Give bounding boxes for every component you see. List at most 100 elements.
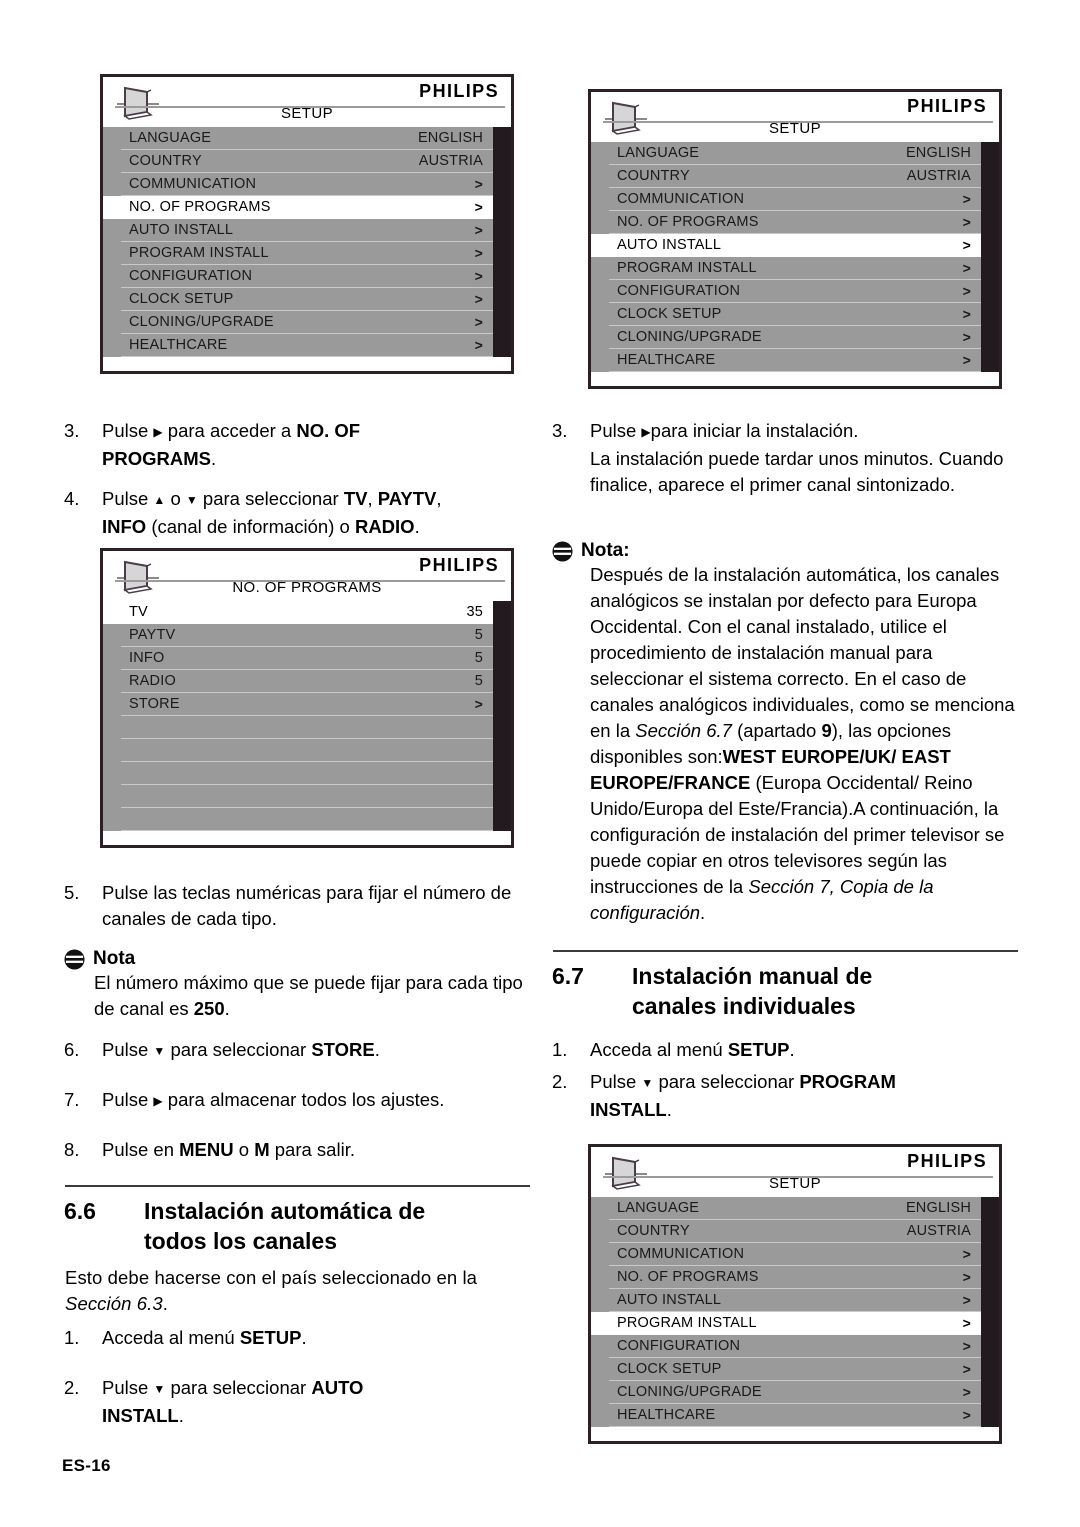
section-6-7-number: 6.7 [552, 963, 584, 989]
osd-menu-row[interactable]: CLONING/UPGRADE > [121, 311, 493, 334]
left-step-6: 6. Pulse para seleccionar STORE. [60, 1037, 572, 1065]
osd-menu-row[interactable]: CLOCK SETUP > [609, 1358, 981, 1381]
submenu-arrow-icon: > [962, 1315, 971, 1331]
note-icon [552, 540, 573, 562]
osd-menu-row[interactable]: CLONING/UPGRADE > [609, 1381, 981, 1404]
down-arrow-icon [153, 1039, 165, 1060]
osd-row-label: CONFIGURATION [129, 268, 253, 284]
section-6-6-step-2-text: Pulse para seleccionar AUTOINSTALL. [102, 1377, 363, 1426]
osd-setup-no-of-programs: PHILIPS SETUP LANGUAGE ENGLISH COUNTRY AUST… [100, 74, 514, 374]
osd-menu-row[interactable]: CONFIGURATION > [609, 280, 981, 303]
osd-footer [591, 372, 999, 386]
submenu-arrow-icon: > [962, 1407, 971, 1423]
right-step-3: 3. Pulse para iniciar la instalación.La … [548, 418, 1060, 498]
section-6-7-step-1-text: Acceda al menú SETUP. [590, 1039, 795, 1060]
down-arrow-icon [153, 1377, 165, 1398]
osd-row-label: CONFIGURATION [617, 1338, 741, 1354]
osd-menu-row[interactable]: LANGUAGE ENGLISH [609, 1197, 981, 1220]
osd-menu-row[interactable]: TV 35 [103, 601, 493, 624]
submenu-arrow-icon: > [474, 222, 483, 238]
osd-menu-row[interactable]: INFO 5 [121, 647, 493, 670]
osd-menu-row[interactable] [121, 762, 493, 785]
left-step-7-text: Pulse para almacenar todos los ajustes. [102, 1089, 444, 1110]
osd-menu-row[interactable]: AUTO INSTALL > [609, 1289, 981, 1312]
osd-row-value: AUSTRIA [906, 1223, 971, 1239]
osd-menu-row[interactable]: CLOCK SETUP > [121, 288, 493, 311]
section-6-7-heading: 6.7 Instalación manual de canales individ… [548, 961, 1080, 1021]
page-folio: ES-16 [62, 1456, 111, 1475]
osd-row-label: CLOCK SETUP [129, 291, 234, 307]
osd-footer [591, 1427, 999, 1441]
osd-row-label: STORE [129, 696, 180, 712]
osd-menu-row[interactable]: COUNTRY AUSTRIA [609, 165, 981, 188]
osd-menu-row[interactable]: HEALTHCARE > [609, 349, 981, 372]
osd-menu-row[interactable]: PROGRAM INSTALL > [609, 257, 981, 280]
osd-menu-row[interactable] [121, 808, 493, 831]
osd-menu-row[interactable]: CLOCK SETUP > [609, 303, 981, 326]
osd-menu-row[interactable]: COMMUNICATION > [609, 1243, 981, 1266]
osd-menu-row[interactable] [121, 739, 493, 762]
left-step-8-text: Pulse en MENU o M para salir. [102, 1139, 355, 1160]
osd-row-value: AUSTRIA [906, 168, 971, 184]
osd-row-label: PROGRAM INSTALL [617, 1315, 757, 1331]
osd-row-label: HEALTHCARE [617, 352, 716, 368]
osd-row-label: COMMUNICATION [617, 1246, 745, 1262]
note-heading: Nota [64, 948, 530, 970]
osd-menu-row[interactable]: CLONING/UPGRADE > [609, 326, 981, 349]
philips-logo: PHILIPS [419, 555, 499, 575]
left-step-4: 4. Pulse o para seleccionar TV, PAYTV,IN… [60, 486, 572, 540]
osd-menu-row[interactable]: STORE > [121, 693, 493, 716]
osd-menu-row[interactable]: PAYTV 5 [121, 624, 493, 647]
osd-menu-row[interactable]: CONFIGURATION > [609, 1335, 981, 1358]
osd-menu-row[interactable]: AUTO INSTALL > [591, 234, 981, 257]
osd-menu-row[interactable]: PROGRAM INSTALL > [591, 1312, 981, 1335]
section-6-6-number: 6.6 [64, 1198, 96, 1224]
submenu-arrow-icon: > [474, 291, 483, 307]
osd-menu-row[interactable]: LANGUAGE ENGLISH [609, 142, 981, 165]
osd-menu-row[interactable]: NO. OF PROGRAMS > [609, 211, 981, 234]
osd-header: PHILIPS NO. OF PROGRAMS [103, 551, 511, 601]
osd-menu-row[interactable]: COMMUNICATION > [121, 173, 493, 196]
osd-row-value: ENGLISH [417, 130, 483, 146]
submenu-arrow-icon: > [962, 237, 971, 253]
osd-title: NO. OF PROGRAMS [232, 579, 382, 596]
left-step-8: 8. Pulse en MENU o M para salir. [60, 1137, 572, 1163]
osd-menu-list: LANGUAGE ENGLISH COUNTRY AUSTRIA COMMUNICATI… [591, 142, 999, 372]
left-step-5: 5. Pulse las teclas numéricas para fijar… [60, 880, 552, 932]
left-step-4-number: 4. [64, 488, 80, 509]
manual-page: PHILIPS SETUP LANGUAGE ENGLISH COUNTRY AUST… [0, 0, 1080, 1527]
osd-menu-list: TV 35 PAYTV 5 INFO 5 RADIO 5 STORE > [103, 601, 511, 831]
osd-menu-row[interactable]: COMMUNICATION > [609, 188, 981, 211]
osd-menu-row[interactable]: LANGUAGE ENGLISH [121, 127, 493, 150]
philips-logo: PHILIPS [907, 96, 987, 116]
philips-logo: PHILIPS [907, 1151, 987, 1171]
osd-row-value: ENGLISH [905, 145, 971, 161]
osd-row-label: CLOCK SETUP [617, 1361, 722, 1377]
right-arrow-icon [153, 420, 162, 441]
osd-no-of-programs: PHILIPS NO. OF PROGRAMS TV 35 PAYTV 5 INFO 5 R… [100, 548, 514, 848]
section-6-7-title: Instalación manual de canales individuale… [632, 963, 873, 1019]
osd-row-label: PROGRAM INSTALL [617, 260, 757, 276]
osd-menu-row[interactable]: COUNTRY AUSTRIA [121, 150, 493, 173]
osd-menu-row[interactable]: COUNTRY AUSTRIA [609, 1220, 981, 1243]
osd-menu-row[interactable]: NO. OF PROGRAMS > [103, 196, 493, 219]
left-step-8-number: 8. [64, 1139, 80, 1160]
osd-menu-row[interactable] [121, 785, 493, 808]
osd-menu-row[interactable]: AUTO INSTALL > [121, 219, 493, 242]
osd-menu-row[interactable]: RADIO 5 [121, 670, 493, 693]
osd-row-label: COUNTRY [129, 153, 202, 169]
osd-menu-list: LANGUAGE ENGLISH COUNTRY AUSTRIA COMMUNICATI… [591, 1197, 999, 1427]
osd-menu-row[interactable] [121, 716, 493, 739]
osd-menu-row[interactable]: HEALTHCARE > [121, 334, 493, 357]
note-heading: Nota: [552, 540, 1022, 562]
osd-menu-row[interactable]: HEALTHCARE > [609, 1404, 981, 1427]
osd-row-label: PROGRAM INSTALL [129, 245, 269, 261]
osd-menu-row[interactable]: NO. OF PROGRAMS > [609, 1266, 981, 1289]
osd-row-label: CLONING/UPGRADE [617, 1384, 762, 1400]
up-arrow-icon [153, 488, 165, 509]
osd-menu-row[interactable]: CONFIGURATION > [121, 265, 493, 288]
submenu-arrow-icon: > [962, 1361, 971, 1377]
osd-menu-row[interactable]: PROGRAM INSTALL > [121, 242, 493, 265]
right-note: Nota: Después de la instalación automáti… [552, 540, 1022, 926]
submenu-arrow-icon: > [474, 314, 483, 330]
